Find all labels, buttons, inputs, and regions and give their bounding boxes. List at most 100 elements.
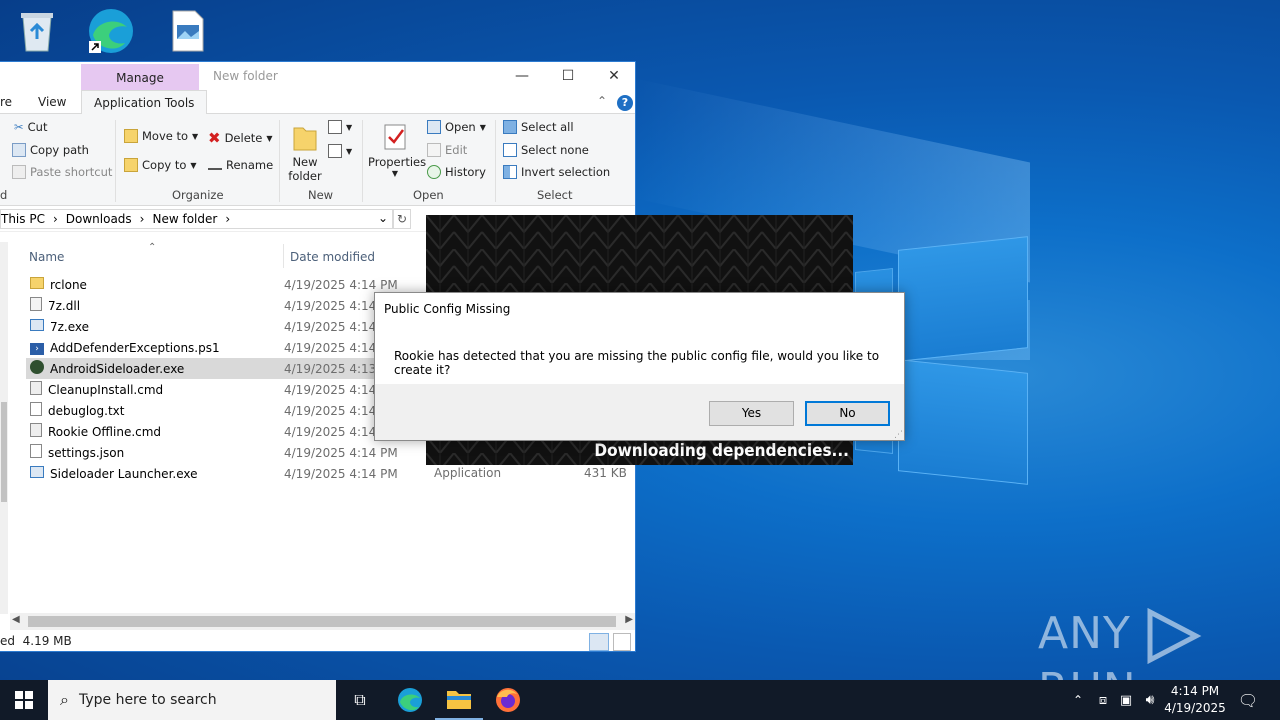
rename-button[interactable]: Rename (208, 158, 273, 172)
refresh-icon[interactable]: ↻ (393, 209, 411, 229)
select-all-button[interactable]: Select all (503, 120, 574, 134)
file-row[interactable]: settings.json 4/19/2025 4:14 PM (26, 442, 426, 463)
file-row[interactable]: Rookie Offline.cmd 4/19/2025 4:14 P (26, 421, 426, 442)
search-placeholder: Type here to search (78, 692, 217, 708)
device-icon[interactable]: ⧈ (1094, 680, 1112, 720)
new-folder-button[interactable]: New folder (287, 122, 323, 183)
file-row[interactable]: › AddDefenderExceptions.ps1 4/19/2025 4:14… (26, 337, 426, 358)
image-file-icon[interactable] (162, 6, 212, 56)
maximize-button[interactable]: ☐ (545, 62, 591, 90)
address-bar[interactable]: This PC › Downloads › New folder › ⌄ (0, 209, 393, 229)
nav-scrollbar[interactable] (0, 242, 8, 614)
move-to-button[interactable]: Move to ▼ (124, 129, 198, 143)
file-date: 4/19/2025 4:14 P (284, 319, 388, 334)
easy-access-button[interactable]: ▼ (328, 144, 352, 158)
file-row[interactable]: CleanupInstall.cmd 4/19/2025 4:14 P (26, 379, 426, 400)
select-all-icon (503, 120, 517, 134)
manage-context-tab[interactable]: Manage (81, 64, 199, 92)
delete-button[interactable]: ✖ Delete ▼ (208, 129, 273, 147)
tab-view[interactable]: View (38, 95, 66, 109)
scroll-left-icon[interactable]: ◀ (12, 614, 20, 625)
edit-button[interactable]: Edit (427, 143, 467, 157)
status-text: ed 4.19 MB (0, 634, 72, 648)
file-name: debuglog.txt (48, 403, 125, 418)
open-button[interactable]: Open ▼ (427, 120, 486, 134)
breadcrumb-new-folder[interactable]: New folder (152, 212, 217, 226)
file-name: CleanupInstall.cmd (48, 382, 164, 397)
dialog-title: Public Config Missing (384, 302, 511, 316)
taskbar-clock[interactable]: 4:14 PM 4/19/2025 (1160, 683, 1230, 717)
paste-shortcut-icon (12, 165, 26, 179)
dialog-message: Rookie has detected that you are missing… (394, 349, 880, 377)
cut-button[interactable]: ✂ Cut (14, 120, 47, 134)
scroll-right-icon[interactable]: ▶ (625, 614, 633, 625)
properties-icon (384, 124, 406, 150)
ribbon-separator (495, 120, 496, 202)
file-name: 7z.dll (48, 298, 81, 313)
history-button[interactable]: History (427, 165, 486, 179)
show-hidden-icons-icon[interactable]: ⌃ (1070, 680, 1086, 720)
edge-taskbar-icon[interactable] (386, 680, 434, 720)
copy-to-button[interactable]: Copy to ▼ (124, 158, 197, 172)
minimize-button[interactable]: — (499, 62, 545, 90)
large-icons-view-icon[interactable] (613, 633, 631, 651)
column-date-modified[interactable]: Date modified (290, 250, 375, 264)
cmd-icon (30, 423, 42, 440)
column-name[interactable]: Name (29, 250, 64, 264)
file-date: 4/19/2025 4:14 PM (284, 445, 398, 460)
edge-shortcut-icon[interactable] (86, 6, 136, 56)
new-item-button[interactable]: ▼ (328, 120, 352, 134)
breadcrumb-this-pc[interactable]: This PC (1, 212, 45, 226)
file-row[interactable]: debuglog.txt 4/19/2025 4:14 P (26, 400, 426, 421)
file-row[interactable]: Sideloader Launcher.exe 4/19/2025 4:14 PM (26, 463, 426, 484)
delete-x-icon: ✖ (208, 129, 221, 147)
move-to-icon (124, 129, 138, 143)
details-view-icon[interactable] (589, 633, 609, 651)
file-date: 4/19/2025 4:14 P (284, 403, 388, 418)
open-icon (427, 120, 441, 134)
task-view-icon[interactable]: ⧉ (336, 680, 384, 720)
help-icon[interactable]: ? (617, 95, 633, 111)
new-item-icon (328, 120, 342, 134)
android-exe-icon (30, 360, 44, 377)
file-name: 7z.exe (50, 319, 90, 334)
firefox-taskbar-icon[interactable] (484, 680, 532, 720)
properties-button[interactable]: Properties ▼ (368, 122, 426, 178)
file-explorer-taskbar-icon[interactable] (435, 680, 483, 720)
recycle-bin-icon[interactable] (12, 6, 62, 56)
horizontal-scrollbar[interactable]: ◀ ▶ (10, 613, 635, 630)
no-button[interactable]: No (805, 401, 890, 426)
file-name: Rookie Offline.cmd (48, 424, 162, 439)
file-row[interactable]: 7z.dll 4/19/2025 4:14 P (26, 295, 426, 316)
taskbar-search-box[interactable]: ⌕ Type here to search (48, 680, 336, 720)
network-icon[interactable]: ▣ (1117, 680, 1135, 720)
windows-start-icon (15, 691, 33, 709)
downloading-status-text: Downloading dependencies... (594, 441, 849, 461)
paste-shortcut-button[interactable]: Paste shortcut (12, 165, 112, 179)
volume-icon[interactable]: 🔊︎ (1141, 680, 1159, 720)
tab-share[interactable]: re (0, 95, 12, 109)
resize-grip-icon[interactable]: ⋰ (894, 430, 903, 440)
file-row[interactable]: AndroidSideloader.exe 4/19/2025 4:13 P (26, 358, 426, 379)
address-dropdown-icon[interactable]: ⌄ (378, 211, 388, 225)
scroll-thumb[interactable] (28, 616, 616, 627)
windows-logo-pane (898, 236, 1028, 362)
breadcrumb-downloads[interactable]: Downloads (66, 212, 132, 226)
select-none-button[interactable]: Select none (503, 143, 589, 157)
tab-application-tools[interactable]: Application Tools (81, 90, 208, 115)
last-row-size: 431 KB (584, 466, 627, 480)
file-date: 4/19/2025 4:14 PM (284, 466, 398, 481)
json-file-icon (30, 444, 42, 461)
file-row[interactable]: 7z.exe 4/19/2025 4:14 P (26, 316, 426, 337)
start-button[interactable] (0, 680, 48, 720)
notifications-icon[interactable]: 🗨︎ (1235, 680, 1261, 720)
file-date: 4/19/2025 4:14 P (284, 340, 388, 355)
window-title: New folder (213, 69, 278, 83)
close-button[interactable]: ✕ (591, 62, 637, 90)
invert-selection-button[interactable]: Invert selection (503, 165, 610, 179)
yes-button[interactable]: Yes (709, 401, 794, 426)
new-folder-icon (293, 127, 317, 151)
file-row[interactable]: rclone 4/19/2025 4:14 PM (26, 274, 426, 295)
copy-path-button[interactable]: Copy path (12, 143, 89, 157)
collapse-ribbon-icon[interactable]: ⌃ (597, 94, 607, 108)
